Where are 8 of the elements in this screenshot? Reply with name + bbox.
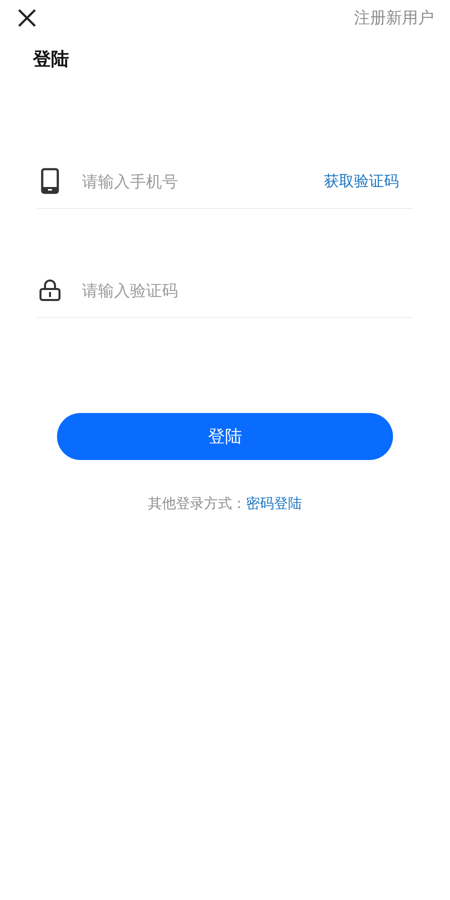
close-button[interactable] [16,8,38,28]
password-login-link[interactable]: 密码登陆 [246,496,302,512]
page-title: 登陆 [33,48,70,72]
register-link[interactable]: 注册新用户 [354,8,434,28]
padlock-icon [37,279,63,301]
login-button[interactable]: 登陆 [57,413,393,460]
get-code-button[interactable]: 获取验证码 [324,172,399,190]
alternative-login-label: 其他登录方式： [148,496,246,512]
